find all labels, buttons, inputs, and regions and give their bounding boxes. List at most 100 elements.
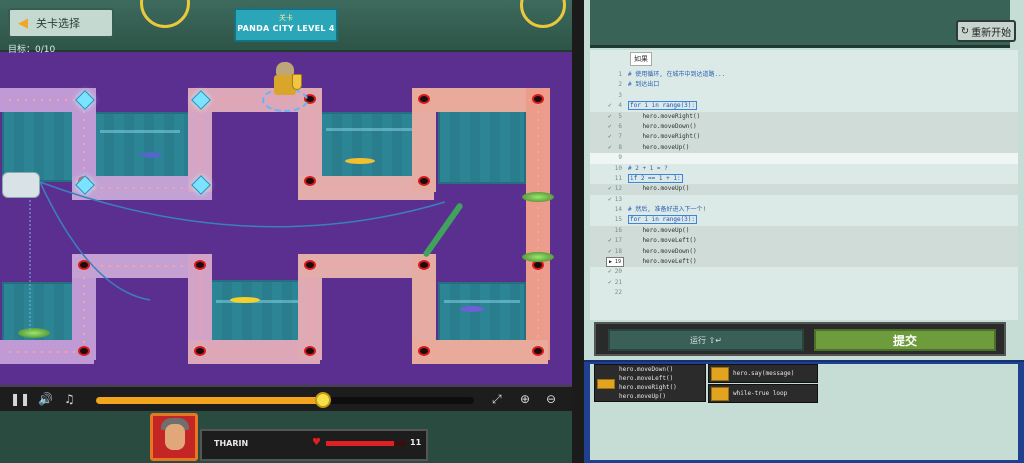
line-number: 3: [618, 91, 622, 99]
code-text: # 到达出口: [628, 81, 660, 89]
editor-tab[interactable]: 如果: [630, 52, 652, 66]
line-number: 13: [614, 195, 622, 203]
code-line[interactable]: ✓ 6 hero.moveDown(): [590, 121, 1018, 133]
game-pane: ◀ 关卡选择 目标：0/10 关卡 PANDA CITY LEVEL 4 ❚❚ …: [0, 0, 572, 463]
code-line[interactable]: 1 # 使用循环, 在城市中到达道路...: [590, 70, 1018, 80]
code-line[interactable]: ✓ 5 hero.moveRight(): [590, 111, 1018, 122]
code-line[interactable]: 15 for i in range(3):: [590, 215, 1018, 225]
line-number: 12: [614, 185, 622, 193]
health-value: 11: [410, 438, 422, 447]
code-highlight-box: for i in range(3):: [628, 101, 698, 111]
code-text: hero.moveUp(): [628, 226, 690, 234]
zoom-in-icon[interactable]: ⊕: [520, 392, 530, 406]
code-pane-header: ↻ 重新开始: [590, 0, 1016, 48]
say-snippet-group: hero.say(message): [708, 364, 818, 383]
code-line[interactable]: 11 if 2 == 1 + 1:: [590, 173, 1018, 184]
hero-portrait[interactable]: [150, 413, 198, 461]
code-line[interactable]: 3: [590, 91, 1018, 101]
code-highlight-box: for i in range(3):: [628, 215, 698, 225]
snippet-move-right[interactable]: hero.moveRight(): [619, 384, 677, 391]
code-line[interactable]: ✓ 13: [590, 195, 1018, 205]
line-number: 18: [614, 247, 622, 255]
code-text: # 然后, 准备好进入下一个!: [628, 206, 707, 214]
code-text: for i in range(3):: [628, 215, 698, 225]
code-line[interactable]: 10 # 2 + 1 = ?: [590, 164, 1018, 174]
loop-snippet-group: while-true loop: [708, 384, 818, 403]
loop-icon: [711, 387, 729, 401]
snippet-say[interactable]: hero.say(message): [733, 370, 794, 377]
code-editor[interactable]: 如果 1 # 使用循环, 在城市中到达道路... 2 # 到达出口 3 ✓ 4 for i i…: [590, 50, 1018, 320]
code-line[interactable]: ✓ 8 hero.moveUp(): [590, 142, 1018, 154]
playback-scrubber-knob[interactable]: [314, 392, 331, 408]
restart-label: 重新开始: [971, 27, 1012, 39]
playback-scrubber[interactable]: [96, 392, 474, 408]
submit-button[interactable]: 提交: [814, 329, 996, 351]
volume-icon[interactable]: 🔊: [38, 392, 53, 406]
code-text: hero.moveUp(): [628, 185, 690, 193]
fullscreen-icon[interactable]: ⤢: [492, 392, 502, 407]
line-number: 10: [614, 164, 622, 172]
code-text: hero.moveRight(): [628, 133, 701, 141]
restart-button[interactable]: ↻ 重新开始: [956, 20, 1016, 42]
zoom-out-icon[interactable]: ⊖: [546, 392, 556, 406]
code-line[interactable]: ✓ 7 hero.moveRight(): [590, 132, 1018, 143]
snippet-move-up[interactable]: hero.moveUp(): [619, 393, 666, 400]
code-line[interactable]: 2 # 到达出口: [590, 80, 1018, 90]
snippet-while-loop[interactable]: while-true loop: [733, 390, 787, 397]
line-number: 7: [618, 133, 622, 141]
heart-icon: ♥: [312, 437, 321, 448]
code-line[interactable]: ▶ 19 hero.moveLeft(): [590, 257, 1018, 268]
hero-sprite[interactable]: [270, 62, 302, 100]
pane-divider[interactable]: [572, 0, 584, 463]
code-text: hero.moveLeft(): [628, 237, 697, 245]
rope-lines: [29, 181, 446, 330]
music-icon[interactable]: ♫: [64, 392, 75, 406]
code-text: # 使用循环, 在城市中到达道路...: [628, 71, 726, 78]
code-text: if 2 == 1 + 1:: [628, 173, 683, 184]
line-number: 5: [618, 112, 622, 120]
line-number: 9: [618, 154, 622, 162]
health-bar: [326, 441, 406, 446]
run-button[interactable]: 运行 ⇧↵: [608, 329, 804, 351]
code-line[interactable]: ✓ 20: [590, 267, 1018, 277]
hero-name: THARIN: [214, 439, 249, 448]
code-highlight-box: if 2 == 1 + 1:: [628, 173, 683, 183]
line-number: 21: [614, 278, 622, 286]
code-line[interactable]: ✓ 18 hero.moveDown(): [590, 246, 1018, 258]
code-lines: 1 # 使用循环, 在城市中到达道路... 2 # 到达出口 3 ✓ 4 for i in r…: [590, 70, 1018, 299]
snippet-palette: hero.moveDown() hero.moveLeft() hero.mov…: [584, 360, 1024, 463]
line-number: 20: [614, 268, 622, 276]
code-text: hero.moveLeft(): [628, 258, 697, 266]
speech-icon: [711, 367, 729, 381]
code-text: hero.moveRight(): [628, 112, 701, 120]
snippet-move-down[interactable]: hero.moveDown(): [619, 366, 673, 373]
move-snippets-group: hero.moveDown() hero.moveLeft() hero.mov…: [594, 364, 706, 402]
pause-icon[interactable]: ❚❚: [10, 392, 30, 406]
code-text: hero.moveUp(): [628, 143, 690, 151]
line-number: 11: [614, 174, 622, 182]
code-text: hero.moveDown(): [628, 247, 697, 255]
line-number: 1: [618, 71, 622, 78]
code-line[interactable]: 14 # 然后, 准备好进入下一个!: [590, 205, 1018, 215]
line-number: 6: [618, 122, 622, 130]
run-bar: 运行 ⇧↵ 提交: [594, 322, 1006, 356]
code-line[interactable]: ✓ 4 for i in range(3):: [590, 101, 1018, 111]
boots-icon: [597, 379, 615, 389]
game-viewport[interactable]: ◀ 关卡选择 目标：0/10 关卡 PANDA CITY LEVEL 4: [0, 0, 572, 385]
code-text: hero.moveDown(): [628, 122, 697, 130]
line-number: 8: [618, 143, 622, 151]
code-line[interactable]: 22: [590, 288, 1018, 298]
drone-sprite: [2, 172, 40, 198]
snippet-palette-inner: hero.moveDown() hero.moveLeft() hero.mov…: [590, 364, 1018, 460]
code-line[interactable]: ✓ 21: [590, 278, 1018, 288]
code-text: # 2 + 1 = ?: [628, 164, 668, 172]
code-line[interactable]: 9: [590, 153, 1018, 164]
code-line[interactable]: ✓ 12 hero.moveUp(): [590, 184, 1018, 195]
line-number: 2: [618, 81, 622, 89]
code-line[interactable]: ✓ 17 hero.moveLeft(): [590, 236, 1018, 247]
shield-icon: [292, 74, 302, 90]
playback-progress-fill: [96, 397, 323, 404]
snippet-move-left[interactable]: hero.moveLeft(): [619, 375, 673, 382]
current-line-marker: ▶ 19: [606, 257, 624, 268]
code-line[interactable]: 16 hero.moveUp(): [590, 225, 1018, 237]
